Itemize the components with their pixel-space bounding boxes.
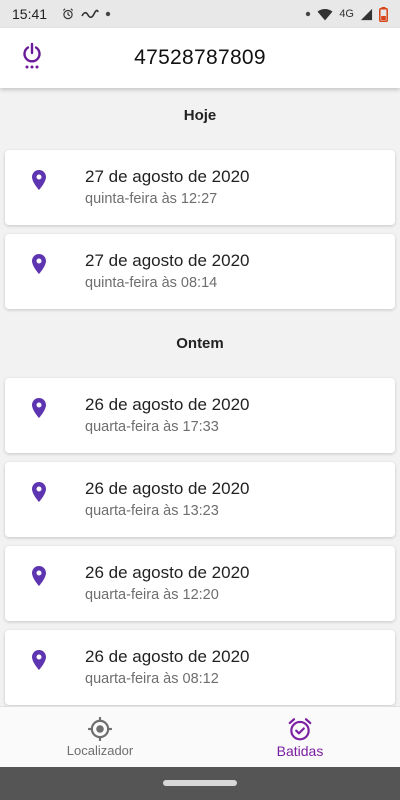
punch-time: quarta-feira às 12:20 [85,587,219,603]
power-icon [21,42,43,75]
app-bar: 47528787809 [0,28,400,88]
list-item[interactable]: 26 de agosto de 2020 quarta-feira às 13:… [5,462,395,537]
punch-time: quinta-feira às 12:27 [85,191,218,207]
punch-date: 26 de agosto de 2020 [85,563,250,582]
punch-time: quarta-feira às 13:23 [85,503,219,519]
location-pin-icon [32,566,46,586]
bottom-nav: Localizador Batidas [0,706,400,767]
battery-icon [379,6,388,22]
nav-item-batidas[interactable]: Batidas [200,707,400,768]
alarm-icon [61,7,75,21]
status-bar: 15:41 4G [0,0,400,28]
app-notification-icon [81,8,99,20]
punch-time: quarta-feira às 17:33 [85,419,219,435]
punch-date: 26 de agosto de 2020 [85,647,250,666]
status-time: 15:41 [12,6,48,22]
dot-icon [305,11,311,17]
location-pin-icon [32,398,46,418]
network-label: 4G [339,8,354,20]
punch-list: Hoje 27 de agosto de 2020 quinta-feira à… [0,88,400,706]
signal-icon [360,8,373,21]
wifi-icon [317,8,333,21]
location-pin-icon [32,254,46,274]
nav-label: Localizador [66,743,134,758]
status-right: 4G [305,6,388,22]
list-item[interactable]: 26 de agosto de 2020 quarta-feira às 08:… [5,630,395,705]
system-nav-bar [0,767,400,800]
punch-date: 27 de agosto de 2020 [85,167,250,186]
list-item[interactable]: 26 de agosto de 2020 quarta-feira às 17:… [5,378,395,453]
location-pin-icon [32,650,46,670]
page-title: 47528787809 [134,46,266,69]
nav-item-localizador[interactable]: Localizador [0,707,200,768]
section-header-today: Hoje [183,107,217,124]
nav-label: Batidas [276,743,324,759]
punch-date: 26 de agosto de 2020 [85,479,250,498]
dot-icon [105,11,111,17]
location-pin-icon [32,482,46,502]
home-gesture-handle[interactable] [163,780,237,786]
power-button[interactable] [16,42,48,74]
punch-time: quinta-feira às 08:14 [85,275,218,291]
list-item[interactable]: 27 de agosto de 2020 quinta-feira às 08:… [5,234,395,309]
punch-date: 27 de agosto de 2020 [85,251,250,270]
status-left: 15:41 [12,6,111,22]
alarm-clock-icon [288,718,312,741]
punch-time: quarta-feira às 08:12 [85,671,219,687]
punch-date: 26 de agosto de 2020 [85,395,250,414]
list-item[interactable]: 27 de agosto de 2020 quinta-feira às 12:… [5,150,395,225]
list-item[interactable]: 26 de agosto de 2020 quarta-feira às 12:… [5,546,395,621]
section-header-yesterday: Ontem [176,335,224,352]
target-icon [88,717,112,741]
location-pin-icon [32,170,46,190]
